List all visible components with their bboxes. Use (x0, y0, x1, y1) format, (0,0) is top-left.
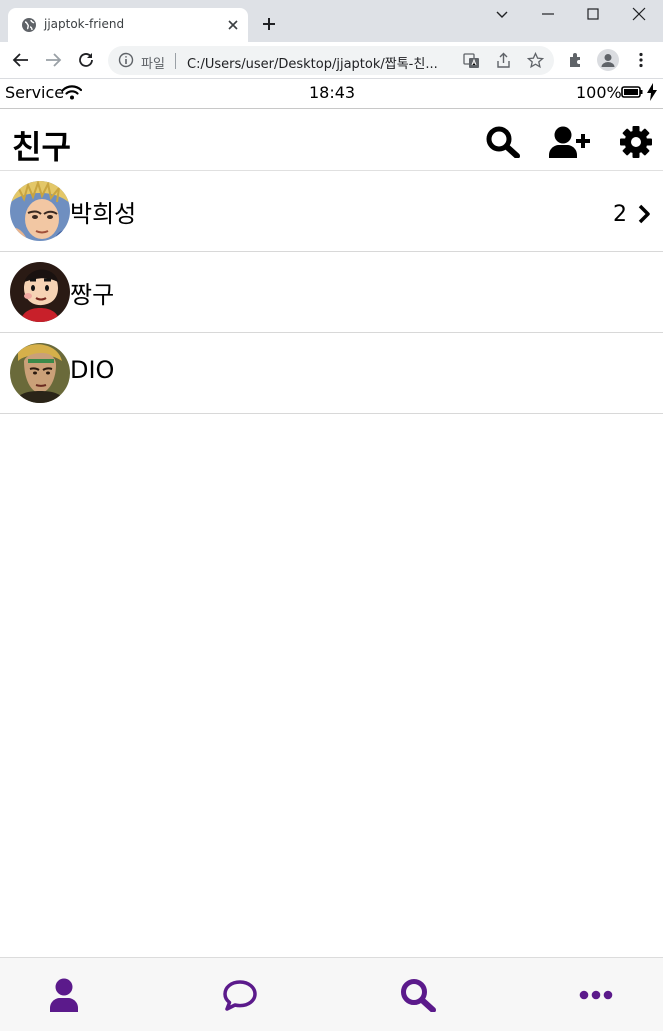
back-icon[interactable] (12, 51, 30, 69)
charging-bolt-icon (647, 83, 657, 101)
translate-icon[interactable] (463, 52, 480, 69)
share-icon[interactable] (495, 52, 512, 69)
browser-menu-icon[interactable] (632, 51, 650, 69)
friends-icon[interactable] (48, 978, 80, 1012)
minimize-icon[interactable] (540, 6, 556, 22)
chat-icon[interactable] (222, 978, 258, 1012)
search-icon[interactable] (400, 978, 436, 1012)
avatar (10, 343, 70, 403)
friend-row[interactable]: 짱구 (0, 252, 663, 333)
tab-title: jjaptok-friend (44, 17, 125, 31)
browser-tab[interactable]: jjaptok-friend (8, 8, 248, 42)
friend-name: 박희성 (70, 200, 137, 228)
tab-search-chevron-icon[interactable] (494, 6, 510, 22)
avatar (10, 262, 70, 322)
page-title: 친구 (12, 128, 71, 166)
site-info-icon[interactable] (118, 52, 134, 68)
browser-tabstrip: jjaptok-friend (0, 0, 663, 42)
profile-icon (601, 54, 615, 67)
address-bar[interactable]: 파일 C:/Users/user/Desktop/jjaptok/짭톡-친... (108, 46, 554, 75)
clock: 18:43 (309, 83, 356, 102)
globe-icon (22, 18, 36, 32)
url-scheme-label: 파일 (141, 57, 165, 72)
extensions-icon[interactable] (567, 51, 585, 69)
chevron-right-icon[interactable] (637, 204, 651, 224)
unread-count: 2 (613, 202, 627, 227)
forward-icon[interactable] (44, 51, 62, 69)
search-icon[interactable] (486, 126, 520, 158)
more-icon[interactable] (579, 978, 613, 1012)
friend-row[interactable]: 박희성 2 (0, 171, 663, 252)
bookmark-star-icon[interactable] (527, 52, 544, 69)
carrier-label: Service (5, 83, 65, 102)
profile-button[interactable] (597, 49, 619, 71)
url-text[interactable]: C:/Users/user/Desktop/jjaptok/짭톡-친... (187, 53, 438, 72)
friend-row[interactable]: DIO (0, 333, 663, 414)
friend-name: DIO (70, 356, 115, 384)
browser-toolbar: 파일 C:/Users/user/Desktop/jjaptok/짭톡-친... (0, 42, 663, 79)
reload-icon[interactable] (77, 51, 95, 69)
maximize-icon[interactable] (585, 6, 601, 22)
close-window-icon[interactable] (631, 6, 647, 22)
new-tab-icon[interactable] (260, 15, 278, 33)
wifi-icon (62, 85, 82, 100)
omnibox-divider (175, 53, 176, 69)
gear-icon[interactable] (620, 126, 652, 158)
bottom-nav (0, 957, 663, 1031)
battery-icon (621, 86, 643, 98)
app-header: 친구 (0, 109, 663, 171)
battery-percent: 100% (576, 83, 622, 102)
friend-name: 짱구 (70, 281, 115, 309)
add-user-icon[interactable] (548, 126, 590, 158)
status-bar: Service 18:43 100% (0, 79, 663, 109)
close-tab-icon[interactable] (225, 17, 241, 33)
avatar (10, 181, 70, 241)
